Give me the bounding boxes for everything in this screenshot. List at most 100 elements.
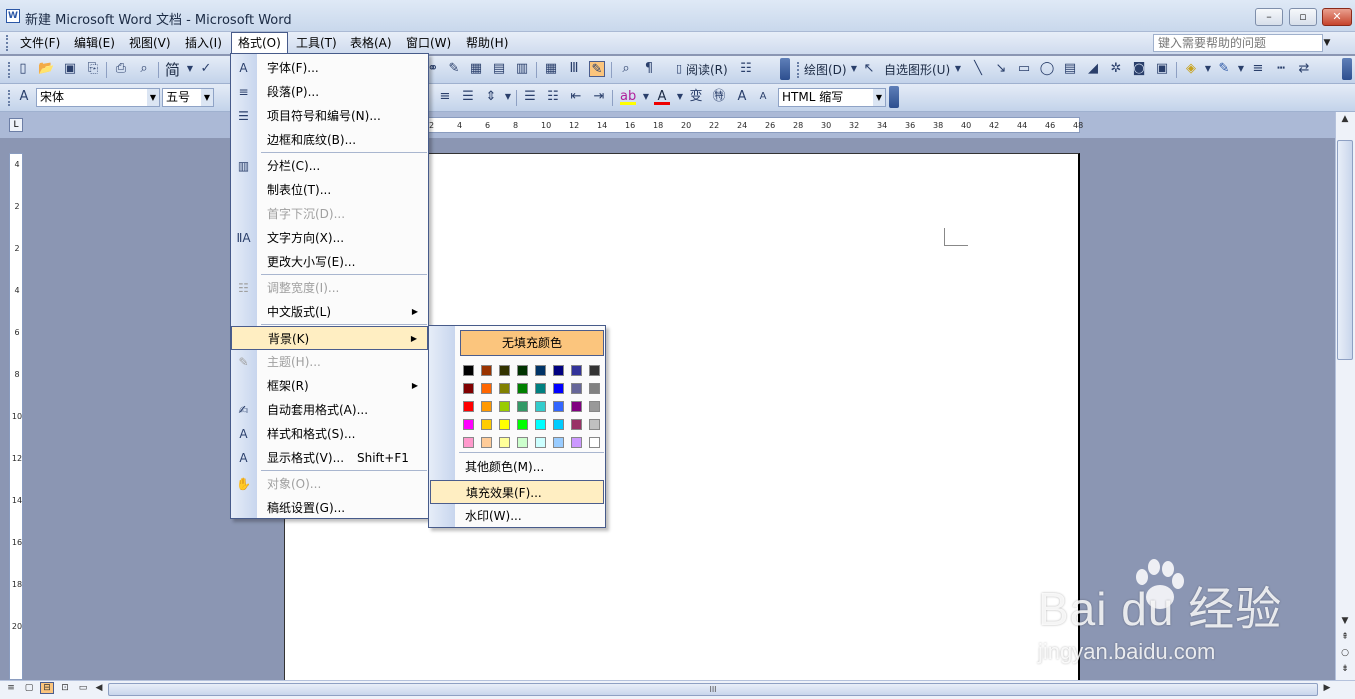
select-pointer-icon[interactable]: ↖ [861,61,877,77]
color-swatch[interactable] [463,419,474,430]
menu-item-asian-layout[interactable]: 中文版式(L) ▶ [231,300,428,324]
fill-color-icon[interactable]: ◈ [1183,61,1199,77]
color-swatch[interactable] [517,419,528,430]
read-mode-button[interactable]: 阅读(R) [686,61,728,79]
menu-item-manuscript-settings[interactable]: 稿纸设置(G)... [231,496,428,520]
font-color-icon[interactable]: A [654,89,670,105]
dropdown-arrow-icon[interactable]: ▼ [500,89,516,105]
line-color-icon[interactable]: ✎ [1216,61,1232,77]
new-document-icon[interactable]: ▯ [15,61,31,77]
menu-item-columns[interactable]: ▥ 分栏(C)... [231,154,428,178]
color-swatch[interactable] [481,365,492,376]
color-swatch[interactable] [499,401,510,412]
web-view-icon[interactable]: ▢ [22,683,36,693]
drawing-toggle-icon[interactable]: ✎ [589,61,605,77]
menu-item-background[interactable]: 背景(K) ▶ [231,326,428,350]
toolbar-options-button[interactable] [889,86,899,108]
color-swatch[interactable] [517,365,528,376]
align-right-icon[interactable]: ≡ [437,89,453,105]
dropdown-arrow-icon[interactable]: ▼ [672,89,688,105]
previous-page-icon[interactable]: ⇞ [1338,632,1352,642]
browse-object-icon[interactable]: ○ [1338,648,1352,658]
color-swatch[interactable] [535,383,546,394]
color-swatch[interactable] [589,437,600,448]
decrease-indent-icon[interactable]: ⇤ [568,89,584,105]
dropdown-arrow-icon[interactable]: ▼ [638,89,654,105]
enclose-characters-icon[interactable]: ㊕ [711,89,727,105]
color-swatch[interactable] [571,401,582,412]
color-swatch[interactable] [589,365,600,376]
color-swatch[interactable] [571,383,582,394]
color-swatch[interactable] [517,437,528,448]
diagram-icon[interactable]: ✲ [1108,61,1124,77]
menu-item-bullets-numbering[interactable]: ☰ 项目符号和编号(N)... [231,104,428,128]
color-swatch[interactable] [463,365,474,376]
menu-item-change-case[interactable]: 更改大小写(E)... [231,250,428,274]
menu-window[interactable]: 窗口(W) [400,32,457,54]
phonetic-guide-icon[interactable]: 变 [688,89,704,105]
clip-art-icon[interactable]: ◙ [1131,61,1147,77]
color-swatch[interactable] [481,401,492,412]
print-icon[interactable]: ⎙ [113,61,129,77]
color-swatch[interactable] [535,365,546,376]
options-icon[interactable]: ☷ [738,61,754,77]
color-swatch[interactable] [535,419,546,430]
font-name-select[interactable]: 宋体 ▼ [36,88,160,107]
color-swatch[interactable] [517,401,528,412]
color-swatch[interactable] [499,437,510,448]
styles-formatting-icon[interactable]: A [16,89,32,105]
save-icon[interactable]: ▣ [62,61,78,77]
text-direction-icon[interactable]: Ⅲ [566,61,582,77]
insert-table-icon[interactable]: ▦ [468,61,484,77]
font-size-select[interactable]: 五号 ▼ [162,88,214,107]
toolbar-options-button[interactable] [1342,58,1352,80]
menu-help[interactable]: 帮助(H) [460,32,514,54]
menu-item-drop-cap[interactable]: 首字下沉(D)... [231,202,428,226]
increase-indent-icon[interactable]: ⇥ [591,89,607,105]
next-page-icon[interactable]: ⇟ [1338,664,1352,674]
oval-icon[interactable]: ◯ [1039,61,1055,77]
simplified-chinese-button[interactable]: 简 [165,61,180,79]
normal-view-icon[interactable]: ≡ [4,683,18,693]
toolbar-options-button[interactable] [780,58,790,80]
dash-style-icon[interactable]: ┅ [1273,61,1289,77]
permission-icon[interactable]: ⎘ [85,61,101,77]
close-button[interactable]: ✕ [1322,8,1352,26]
wordart-icon[interactable]: ◢ [1085,61,1101,77]
distribute-icon[interactable]: ☰ [460,89,476,105]
dropdown-arrow-icon[interactable]: ▼ [846,61,862,77]
dropdown-arrow-icon[interactable]: ▼ [1233,61,1249,77]
dropdown-arrow-icon[interactable]: ▼ [1200,61,1216,77]
help-search-input[interactable]: 键入需要帮助的问题 [1153,34,1323,52]
color-swatch[interactable] [499,365,510,376]
color-swatch[interactable] [481,419,492,430]
style-select[interactable]: HTML 缩写 ▼ [778,88,886,107]
minimize-button[interactable]: – [1255,8,1283,26]
scroll-right-icon[interactable]: ▶ [1320,683,1334,693]
tab-selector-icon[interactable]: L [9,118,23,132]
menu-file[interactable]: 文件(F) [14,32,66,54]
line-style-icon[interactable]: ≡ [1250,61,1266,77]
document-map-icon[interactable]: ▦ [543,61,559,77]
rectangle-icon[interactable]: ▭ [1016,61,1032,77]
menu-item-borders-shading[interactable]: 边框和底纹(B)... [231,128,428,152]
color-swatch[interactable] [589,401,600,412]
tables-borders-icon[interactable]: ✎ [446,61,462,77]
color-swatch[interactable] [553,419,564,430]
menu-table[interactable]: 表格(A) [344,32,398,54]
outline-view-icon[interactable]: ⊡ [58,683,72,693]
spelling-icon[interactable]: ✓ [198,61,214,77]
color-swatch[interactable] [517,383,528,394]
show-formatting-icon[interactable]: ¶ [641,61,657,77]
color-swatch[interactable] [571,437,582,448]
menu-item-frames[interactable]: 框架(R) ▶ [231,374,428,398]
grow-font-icon[interactable]: A [734,89,750,105]
arrow-style-icon[interactable]: ⇄ [1296,61,1312,77]
no-fill-button[interactable]: 无填充颜色 [460,330,604,356]
menu-item-text-direction[interactable]: ⅡA 文字方向(X)... [231,226,428,250]
line-icon[interactable]: ╲ [970,61,986,77]
restore-button[interactable]: ▫ [1289,8,1317,26]
open-folder-icon[interactable]: 📂 [38,61,54,77]
picture-icon[interactable]: ▣ [1154,61,1170,77]
menu-item-fit-text[interactable]: ☷ 调整宽度(I)... [231,276,428,300]
